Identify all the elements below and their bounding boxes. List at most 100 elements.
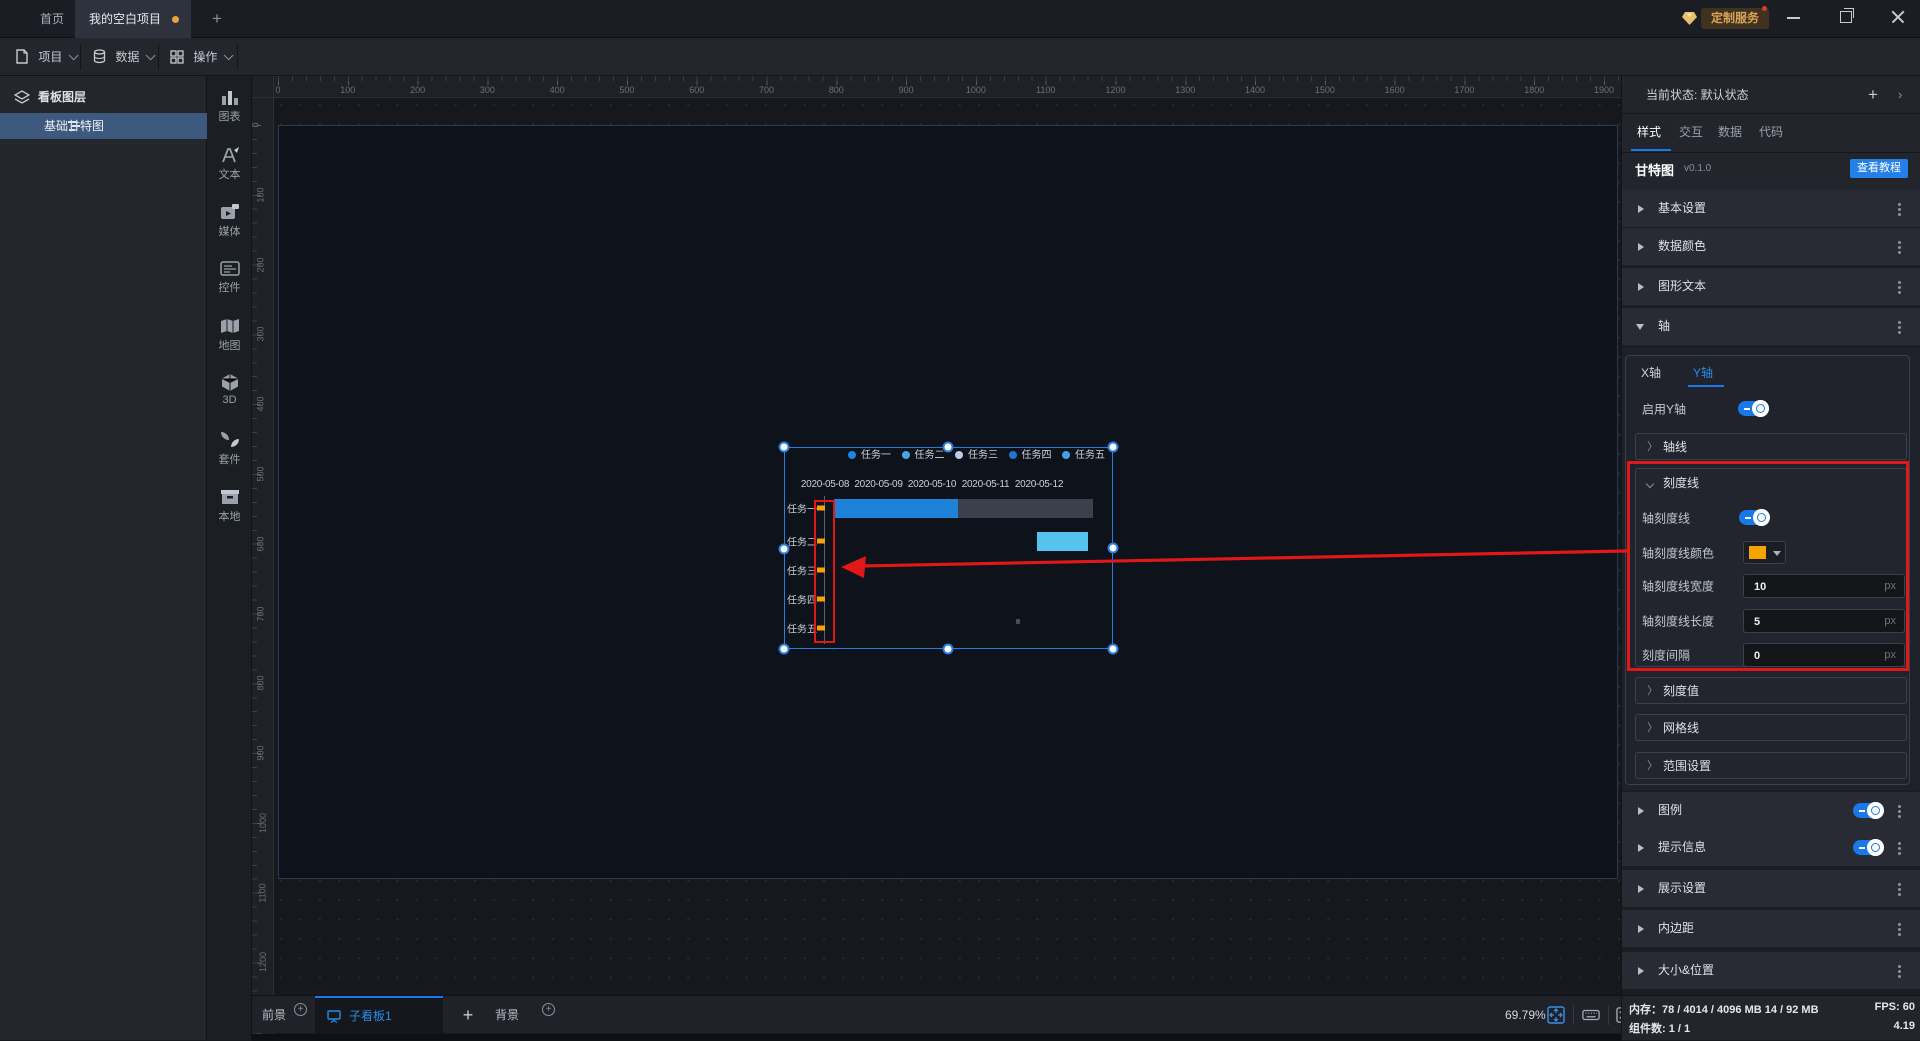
section-padding[interactable]: 内边距 (1622, 910, 1920, 947)
gantt-bar[interactable] (958, 499, 1093, 518)
tab-code[interactable]: 代码 (1759, 114, 1783, 151)
tab-data[interactable]: 数据 (1718, 114, 1742, 151)
fit-screen-icon[interactable] (1547, 1006, 1565, 1024)
section-data-colors[interactable]: 数据颜色 (1622, 228, 1920, 265)
section-label: 图形文本 (1658, 279, 1707, 293)
kebab-menu-icon[interactable] (1898, 203, 1901, 206)
add-board-button[interactable]: + (450, 996, 486, 1034)
control-panel-icon (219, 261, 240, 276)
v-ruler-number: 1200 (258, 952, 269, 973)
component-version: v0.1.0 (1684, 163, 1712, 174)
grid-line-box[interactable]: 〉网格线 (1635, 714, 1907, 741)
memory-label: 内存： (1629, 1004, 1662, 1016)
rail-item-map[interactable]: 地图 (207, 317, 252, 353)
add-state-button[interactable]: + (1868, 76, 1878, 114)
state-row: 当前状态: 默认状态 + › (1622, 76, 1920, 114)
background-label[interactable]: 背景 (485, 996, 519, 1034)
legend-dot-icon (955, 451, 963, 459)
window-maximize-button[interactable] (1829, 0, 1863, 34)
canvas-zoom-value[interactable]: 69.79% (1505, 996, 1546, 1034)
h-ruler-number: 500 (619, 85, 635, 95)
board-bottom-bar: 前景 + 子看板1 + 背景 + 69.79% (252, 995, 1634, 1041)
kebab-menu-icon[interactable] (1898, 805, 1901, 808)
bar-chart-icon (221, 91, 238, 105)
resize-handle-s[interactable] (942, 643, 954, 655)
rail-item-kits[interactable]: 套件 (207, 431, 252, 467)
components-value: 1 / 1 (1668, 1023, 1691, 1035)
section-tooltip[interactable]: 提示信息 (1622, 829, 1920, 866)
kebab-menu-icon[interactable] (1898, 842, 1901, 845)
tick-value-box[interactable]: 〉刻度值 (1635, 677, 1907, 704)
rail-item-local[interactable]: 本地 (207, 488, 252, 524)
keyboard-icon[interactable] (1582, 1006, 1600, 1024)
menu-data[interactable]: 数据 (93, 38, 156, 76)
custom-service-badge[interactable]: 定制服务 (1701, 8, 1770, 29)
rail-item-media[interactable]: 媒体 (207, 203, 252, 239)
layer-item-gantt[interactable]: 基础甘特图 (0, 113, 207, 139)
kebab-menu-icon[interactable] (1898, 321, 1901, 324)
current-state-label: 当前状态: 默认状态 (1646, 88, 1749, 102)
kebab-menu-icon[interactable] (1898, 965, 1901, 968)
resize-handle-sw[interactable] (778, 643, 790, 655)
view-tutorial-button[interactable]: 查看教程 (1850, 159, 1908, 178)
tab-current-project[interactable]: 我的空白项目 (75, 0, 192, 38)
section-legend[interactable]: 图例 (1622, 792, 1920, 829)
menu-project[interactable]: 项目 (15, 38, 79, 76)
kebab-menu-icon[interactable] (1898, 923, 1901, 926)
gantt-task-label: 任务一 (787, 504, 817, 516)
gantt-layer-icon (68, 121, 80, 131)
resize-handle-se[interactable] (1107, 643, 1119, 655)
range-settings-box[interactable]: 〉范围设置 (1635, 752, 1907, 779)
x-axis-tab[interactable]: X轴 (1641, 364, 1661, 381)
section-display-settings[interactable]: 展示设置 (1622, 870, 1920, 907)
legend-toggle[interactable] (1853, 801, 1884, 819)
kebab-menu-icon[interactable] (1898, 241, 1901, 244)
tab-home[interactable]: 首页 (22, 0, 82, 38)
h-ruler-number: 0 (275, 85, 281, 95)
section-axis[interactable]: 轴 (1622, 308, 1920, 345)
h-ruler-number: 1200 (1105, 85, 1126, 95)
editor-canvas[interactable]: 0 100 200 300 400 500 600 700 800 900 1000 1100 1200… (251, 76, 1634, 1041)
resize-handle-ne[interactable] (1107, 441, 1119, 453)
add-foreground-icon[interactable]: + (294, 1003, 307, 1016)
window-close-button[interactable] (1881, 0, 1915, 34)
gantt-bar[interactable] (834, 499, 958, 518)
gantt-date-label: 2020-05-12 (1014, 479, 1064, 490)
new-tab-button[interactable]: + (206, 8, 228, 30)
rail-item-text[interactable]: 文本 (207, 146, 252, 182)
rail-label: 套件 (218, 454, 241, 466)
layers-icon (14, 90, 30, 104)
rail-label: 地图 (218, 340, 241, 352)
toolbar-separator (237, 44, 238, 70)
tab-current-project-label: 我的空白项目 (89, 12, 162, 26)
kebab-menu-icon[interactable] (1898, 883, 1901, 886)
resize-handle-e[interactable] (1107, 542, 1119, 554)
tooltip-toggle[interactable] (1853, 838, 1884, 856)
tab-interaction[interactable]: 交互 (1679, 114, 1703, 151)
menu-actions[interactable]: 操作 (170, 38, 234, 76)
state-expand-icon[interactable]: › (1898, 76, 1902, 114)
y-axis-tab[interactable]: Y轴 (1693, 364, 1713, 381)
box-icon (220, 490, 239, 504)
horizontal-ruler: 0 100 200 300 400 500 600 700 800 900 1000 1100 1200… (274, 76, 1621, 98)
section-size-position[interactable]: 大小&位置 (1622, 952, 1920, 989)
enable-y-axis-toggle[interactable] (1738, 399, 1769, 417)
gantt-bar[interactable] (1037, 532, 1088, 551)
sub-board-tab[interactable]: 子看板1 (315, 996, 443, 1034)
window-minimize-button[interactable] (1777, 0, 1811, 34)
kebab-menu-icon[interactable] (1898, 281, 1901, 284)
add-background-icon[interactable]: + (542, 1003, 555, 1016)
resize-handle-nw[interactable] (778, 441, 790, 453)
axis-line-box[interactable]: 〉轴线 (1635, 433, 1907, 460)
rail-item-controls[interactable]: 控件 (207, 260, 252, 295)
chevron-down-icon (224, 50, 234, 61)
tab-style[interactable]: 样式 (1637, 114, 1661, 151)
rail-item-charts[interactable]: 图表 (207, 88, 252, 124)
h-ruler-number: 800 (828, 85, 844, 95)
section-graph-text[interactable]: 图形文本 (1622, 268, 1920, 305)
rail-item-3d[interactable]: 3D (207, 373, 252, 406)
layers-panel: 看板图层 基础甘特图 (0, 76, 207, 1040)
section-label: 内边距 (1658, 921, 1695, 935)
section-basic-settings[interactable]: 基本设置 (1622, 190, 1920, 227)
foreground-label[interactable]: 前景 (262, 996, 286, 1034)
